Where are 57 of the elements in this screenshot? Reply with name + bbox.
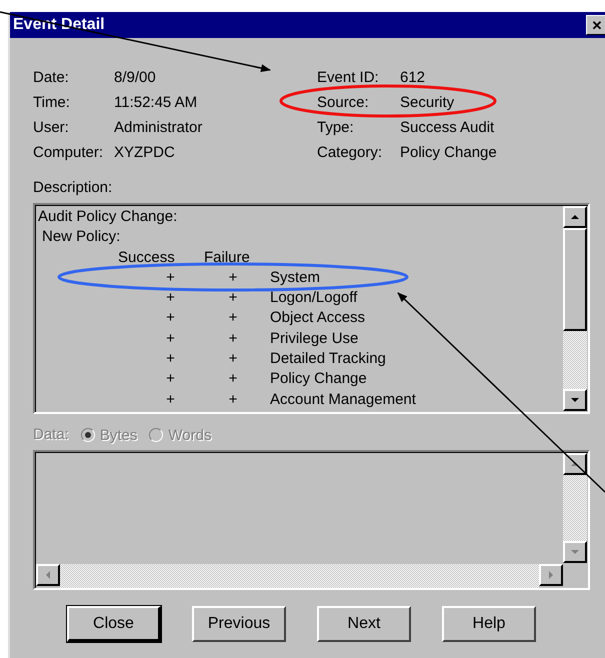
horizontal-scrollbar[interactable]	[36, 564, 563, 588]
dialog-button[interactable]: Next	[317, 606, 411, 642]
arrow-up-icon	[570, 459, 580, 469]
success-mark: +	[165, 349, 176, 370]
dialog-button[interactable]: Close	[67, 606, 161, 642]
field-value: Success Audit	[400, 119, 496, 137]
field-value: 612	[400, 69, 426, 87]
description-title: Audit Policy Change:	[38, 207, 178, 227]
description-subtitle: New Policy:	[41, 227, 122, 248]
success-mark: +	[165, 369, 176, 390]
field-value: XYZPDC	[114, 144, 176, 162]
failure-mark: +	[228, 288, 238, 308]
field-label: Time:	[33, 94, 71, 112]
failure-mark: +	[228, 308, 238, 328]
success-mark: +	[165, 288, 176, 308]
window-title: Event Detail	[13, 16, 105, 34]
description-label: Description:	[33, 179, 114, 197]
data-label: Data:	[33, 426, 69, 444]
failure-mark: +	[228, 328, 238, 349]
close-button[interactable]: ✕	[586, 15, 605, 35]
field-label: Type:	[317, 119, 355, 137]
dialog-button[interactable]: Previous	[192, 606, 286, 642]
arrow-down-icon	[570, 547, 580, 557]
policy-name: Policy Change	[269, 369, 368, 390]
field-value: Policy Change	[400, 144, 498, 162]
success-mark: +	[165, 390, 176, 410]
vertical-scrollbar[interactable]	[563, 452, 588, 564]
failure-mark: +	[228, 268, 238, 288]
policy-name: Object Access	[269, 308, 366, 328]
field-label: Source:	[317, 94, 370, 112]
column-header: Failure	[204, 248, 251, 268]
failure-mark: +	[228, 390, 238, 410]
vertical-scrollbar[interactable]	[563, 205, 588, 412]
field-label: User:	[33, 119, 70, 137]
field-value: 11:52:45 AM	[114, 94, 198, 112]
field-value: Security	[400, 94, 456, 112]
policy-name: System	[269, 268, 322, 288]
arrow-up-icon	[570, 212, 580, 222]
field-label: Event ID:	[317, 69, 380, 87]
field-label: Category:	[317, 144, 384, 162]
arrow-down-icon	[570, 395, 580, 405]
success-mark: +	[165, 308, 176, 328]
field-value: 8/9/00	[114, 69, 157, 87]
success-mark: +	[165, 268, 176, 288]
field-value: Administrator	[114, 119, 204, 137]
column-header: Success	[118, 248, 176, 268]
field-label: Computer:	[33, 144, 104, 162]
policy-name: Account Management	[269, 390, 417, 410]
policy-name: Detailed Tracking	[269, 349, 387, 370]
success-mark: +	[165, 328, 176, 349]
failure-mark: +	[228, 369, 238, 390]
failure-mark: +	[228, 349, 238, 370]
field-label: Date:	[33, 69, 70, 87]
arrow-right-icon	[546, 570, 556, 580]
dialog-button[interactable]: Help	[442, 606, 536, 642]
policy-name: Logon/Logoff	[269, 288, 358, 308]
policy-name: Privilege Use	[269, 328, 360, 349]
